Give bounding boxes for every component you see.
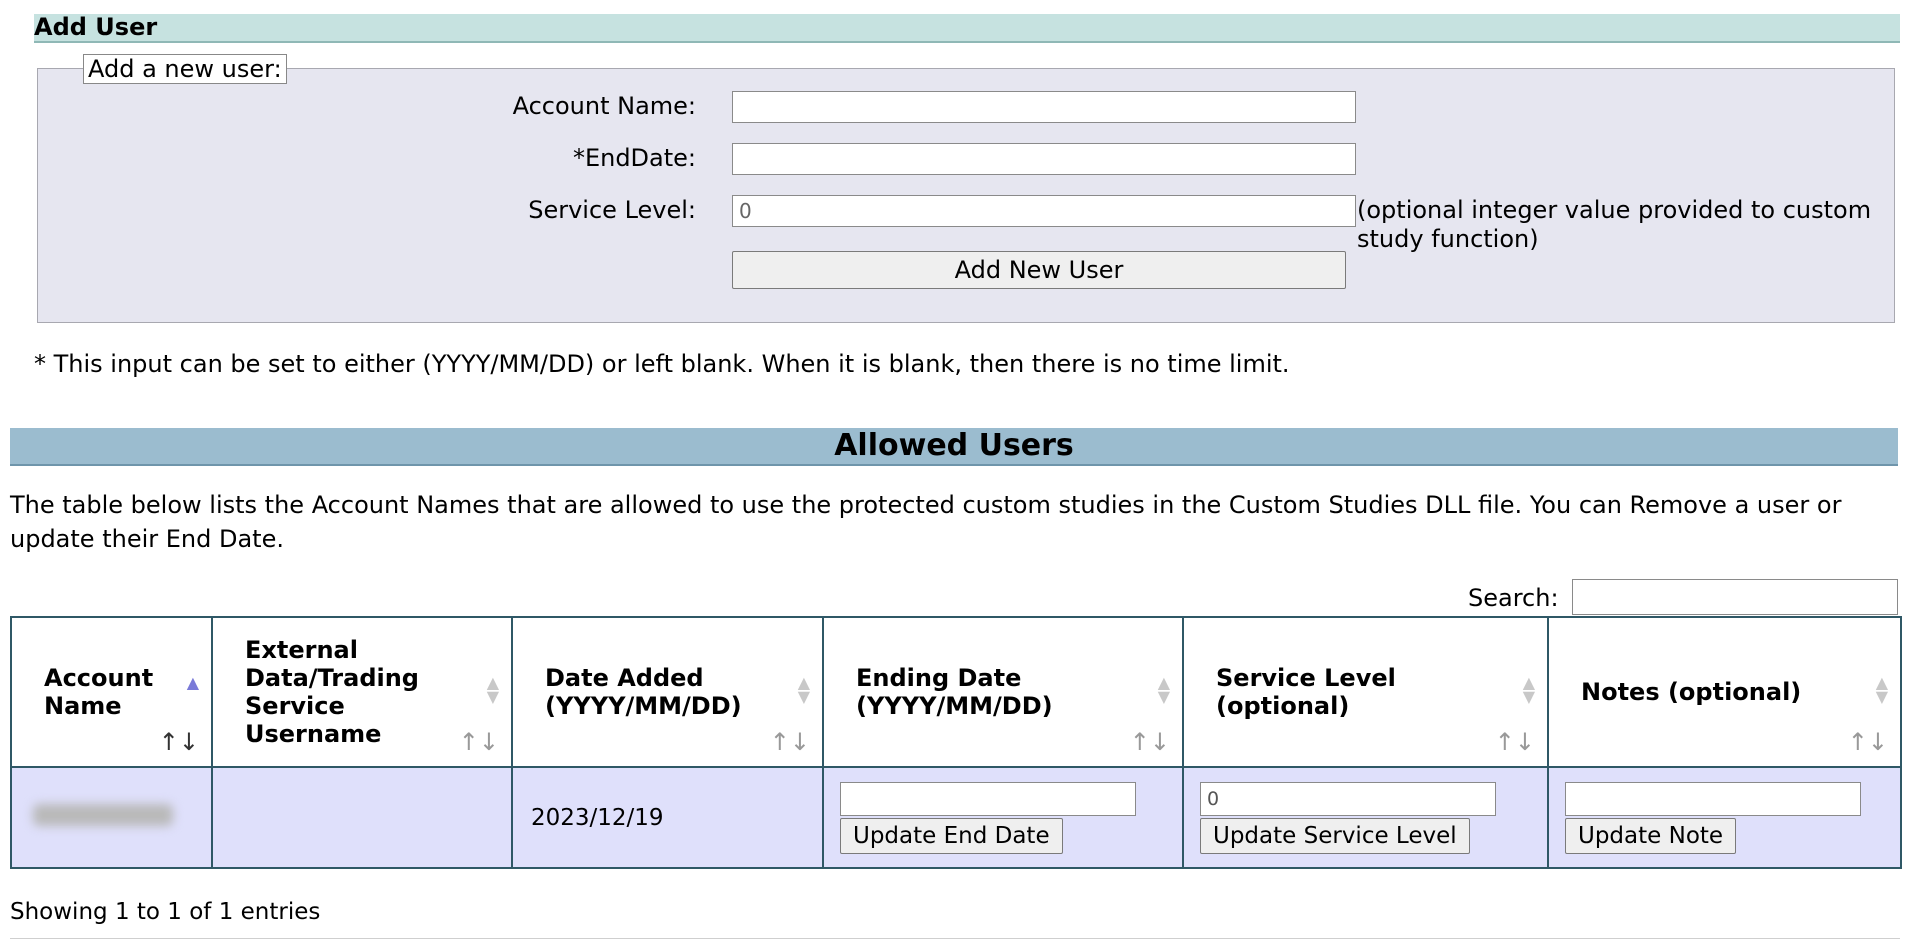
table-header-row: Account Name ▲ ↑↓ External Data/Trading … bbox=[10, 616, 1902, 768]
sort-both-icon: ▲ ▼ bbox=[1522, 673, 1535, 706]
sort-arrows-icon: ↑↓ bbox=[458, 728, 499, 756]
ending-date-cell: Update End Date bbox=[822, 766, 1184, 869]
column-header-ending-date[interactable]: Ending Date (YYYY/MM/DD) ▲ ▼ ↑↓ bbox=[822, 616, 1184, 768]
end-date-label: *EndDate: bbox=[572, 144, 696, 172]
end-date-input[interactable] bbox=[732, 143, 1356, 175]
sort-arrows-icon: ↑↓ bbox=[1129, 728, 1170, 756]
add-user-title: Add User bbox=[34, 14, 1900, 43]
column-header-label: Date Added (YYYY/MM/DD) bbox=[545, 664, 742, 720]
date-added-cell: 2023/12/19 bbox=[511, 766, 824, 869]
column-header-account-name[interactable]: Account Name ▲ ↑↓ bbox=[10, 616, 213, 768]
sort-arrows-icon: ↑↓ bbox=[158, 728, 199, 756]
note-update-input[interactable] bbox=[1565, 782, 1861, 816]
account-name-input[interactable] bbox=[732, 91, 1356, 123]
account-name-label: Account Name: bbox=[512, 92, 696, 120]
column-header-label: Notes (optional) bbox=[1581, 678, 1802, 706]
sort-both-icon: ▲ ▼ bbox=[1875, 673, 1888, 706]
add-user-legend: Add a new user: bbox=[83, 54, 287, 84]
sort-both-icon: ▲ ▼ bbox=[486, 673, 499, 706]
column-header-service-level[interactable]: Service Level (optional) ▲ ▼ ↑↓ bbox=[1182, 616, 1549, 768]
account-name-cell bbox=[10, 766, 213, 869]
sort-arrows-icon: ↑↓ bbox=[1847, 728, 1888, 756]
column-header-label: Ending Date (YYYY/MM/DD) bbox=[856, 664, 1053, 720]
table-info: Showing 1 to 1 of 1 entries bbox=[10, 899, 321, 925]
redacted-account-name bbox=[33, 803, 173, 826]
divider bbox=[10, 938, 1900, 939]
sort-arrows-icon: ↑↓ bbox=[1494, 728, 1535, 756]
add-new-user-button[interactable]: Add New User bbox=[732, 251, 1346, 289]
sort-ascending-icon: ▲ bbox=[186, 673, 199, 692]
sort-arrows-icon: ↑↓ bbox=[769, 728, 810, 756]
allowed-users-title: Allowed Users bbox=[10, 428, 1898, 466]
column-header-notes[interactable]: Notes (optional) ▲ ▼ ↑↓ bbox=[1547, 616, 1902, 768]
service-level-update-input[interactable] bbox=[1200, 782, 1496, 816]
search-input[interactable] bbox=[1572, 579, 1898, 615]
update-end-date-button[interactable]: Update End Date bbox=[840, 818, 1063, 854]
column-header-label: External Data/Trading Service Username bbox=[245, 636, 419, 748]
table-row: 2023/12/19 Update End Date Update Servic… bbox=[10, 766, 1902, 869]
end-date-footnote: * This input can be set to either (YYYY/… bbox=[34, 350, 1290, 378]
column-header-label: Account Name bbox=[44, 664, 154, 720]
column-header-external-username[interactable]: External Data/Trading Service Username ▲… bbox=[211, 616, 513, 768]
search-label: Search: bbox=[1468, 584, 1559, 612]
update-service-level-button[interactable]: Update Service Level bbox=[1200, 818, 1470, 854]
allowed-users-description: The table below lists the Account Names … bbox=[10, 491, 1842, 553]
service-level-input[interactable] bbox=[732, 195, 1356, 227]
allowed-users-table: Account Name ▲ ↑↓ External Data/Trading … bbox=[10, 616, 1902, 869]
column-header-label: Service Level (optional) bbox=[1216, 664, 1396, 720]
service-level-hint: (optional integer value provided to cust… bbox=[1357, 196, 1872, 253]
column-header-date-added[interactable]: Date Added (YYYY/MM/DD) ▲ ▼ ↑↓ bbox=[511, 616, 824, 768]
notes-cell: Update Note bbox=[1547, 766, 1902, 869]
service-level-cell: Update Service Level bbox=[1182, 766, 1549, 869]
update-note-button[interactable]: Update Note bbox=[1565, 818, 1737, 854]
sort-both-icon: ▲ ▼ bbox=[1157, 673, 1170, 706]
end-date-update-input[interactable] bbox=[840, 782, 1136, 816]
service-level-label: Service Level: bbox=[528, 196, 696, 224]
external-username-cell bbox=[211, 766, 513, 869]
sort-both-icon: ▲ ▼ bbox=[797, 673, 810, 706]
